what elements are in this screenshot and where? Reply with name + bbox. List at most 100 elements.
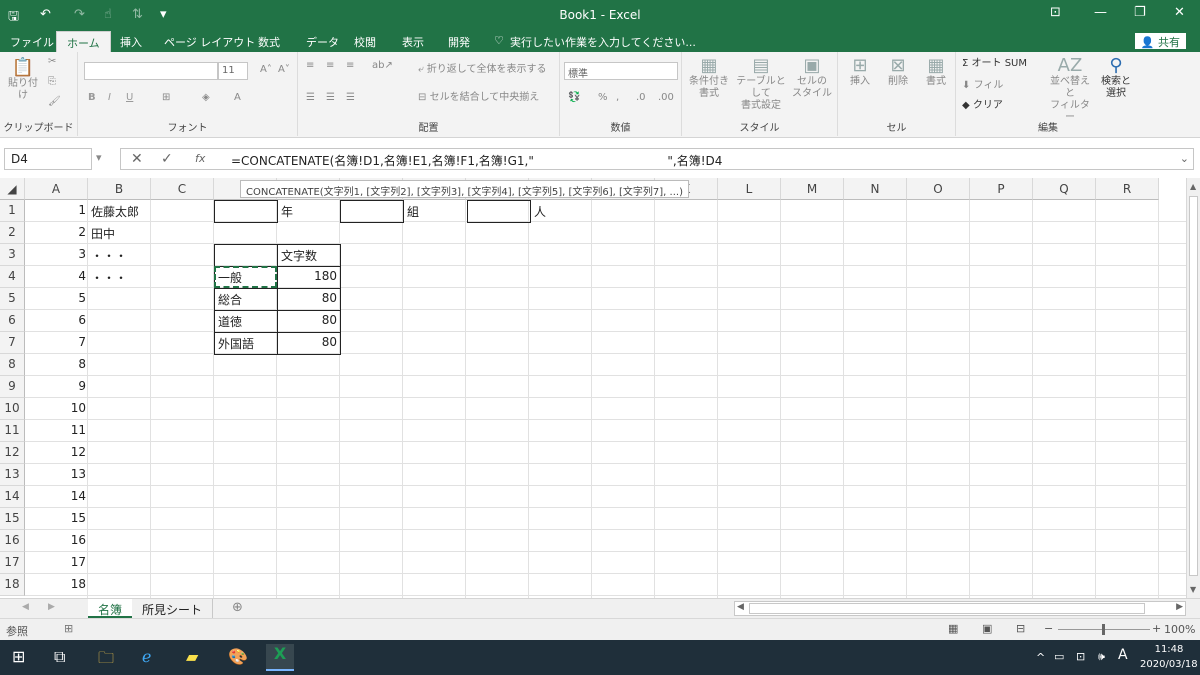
- task-view-icon[interactable]: ⧉: [54, 647, 65, 667]
- row-header[interactable]: 4: [0, 266, 25, 288]
- close-icon[interactable]: ✕: [1174, 5, 1185, 20]
- cell-a11[interactable]: 11: [25, 420, 89, 442]
- tab-page-layout[interactable]: ページ レイアウト: [164, 34, 255, 50]
- clear-button[interactable]: ◆ クリア: [962, 100, 1003, 112]
- worksheet-grid[interactable]: ◢ ABCDEFGHIJKLMNOPQR 1234567891011121314…: [0, 178, 1186, 598]
- cell-a14[interactable]: 14: [25, 486, 89, 508]
- tab-insert[interactable]: 挿入: [120, 34, 142, 50]
- restore-icon[interactable]: ❐: [1134, 5, 1146, 20]
- edge-icon[interactable]: ℯ: [142, 647, 151, 666]
- cell-styles-button[interactable]: ▣ セルの スタイル: [790, 56, 834, 100]
- font-color-icon[interactable]: A: [234, 92, 241, 104]
- tab-file[interactable]: ファイル: [10, 34, 54, 50]
- windows-start-icon[interactable]: ⊞: [12, 647, 25, 666]
- cell-b3[interactable]: ・・・: [88, 244, 152, 266]
- find-select-button[interactable]: ⚲ 検索と 選択: [1096, 56, 1136, 100]
- cell-a7[interactable]: 7: [25, 332, 89, 354]
- horizontal-scroll-thumb[interactable]: [749, 603, 1145, 614]
- conditional-format-button[interactable]: ▦ 条件付き 書式: [686, 56, 732, 100]
- enter-icon[interactable]: ✓: [161, 151, 173, 167]
- row-header[interactable]: 9: [0, 376, 25, 398]
- scroll-down-icon[interactable]: ▼: [1190, 585, 1196, 594]
- paint-icon[interactable]: 🎨: [228, 647, 248, 666]
- row-header[interactable]: 1: [0, 200, 25, 222]
- cell-a17[interactable]: 17: [25, 552, 89, 574]
- cell-e1[interactable]: 年: [278, 200, 340, 222]
- row-header[interactable]: 3: [0, 244, 25, 266]
- column-header[interactable]: R: [1096, 178, 1159, 200]
- tab-review[interactable]: 校閲: [354, 34, 376, 50]
- autosum-button[interactable]: Σ オート SUM: [962, 58, 1027, 70]
- network-icon[interactable]: ⊡: [1076, 650, 1085, 663]
- merge-center-button[interactable]: ⊟ セルを結合して中央揃え: [418, 92, 539, 104]
- row-header[interactable]: 13: [0, 464, 25, 486]
- tab-view[interactable]: 表示: [402, 34, 424, 50]
- scroll-left-icon[interactable]: ◀: [737, 602, 744, 612]
- row-header[interactable]: 8: [0, 354, 25, 376]
- shrink-font-icon[interactable]: A˅: [278, 64, 290, 76]
- share-button[interactable]: 👤 共有: [1134, 33, 1186, 49]
- select-all-corner[interactable]: ◢: [0, 178, 25, 200]
- tell-me-icon[interactable]: ♡: [494, 34, 504, 47]
- cell-a16[interactable]: 16: [25, 530, 89, 552]
- page-break-view-icon[interactable]: ⊟: [1016, 622, 1025, 635]
- normal-view-icon[interactable]: ▦: [948, 622, 958, 635]
- currency-icon[interactable]: 💱: [568, 92, 580, 104]
- align-right-icon[interactable]: ☰: [346, 92, 355, 104]
- format-painter-icon[interactable]: 🖌: [48, 96, 61, 108]
- row-header[interactable]: 7: [0, 332, 25, 354]
- insert-function-icon[interactable]: fx: [195, 152, 205, 165]
- cell-b1[interactable]: 佐藤太郎: [88, 200, 152, 222]
- cell-a10[interactable]: 10: [25, 398, 89, 420]
- paste-button[interactable]: 📋 貼り付け: [6, 58, 40, 102]
- zoom-out-icon[interactable]: −: [1044, 622, 1053, 635]
- cell-a15[interactable]: 15: [25, 508, 89, 530]
- format-table-button[interactable]: ▤ テーブルとして 書式設定: [732, 56, 790, 112]
- cell-d7[interactable]: 外国語: [215, 332, 277, 354]
- delete-cells-button[interactable]: ⊠ 削除: [880, 56, 916, 88]
- wrap-text-button[interactable]: ⤶ 折り返して全体を表示する: [418, 64, 547, 76]
- cell-a9[interactable]: 9: [25, 376, 89, 398]
- cell-a8[interactable]: 8: [25, 354, 89, 376]
- scroll-right-icon[interactable]: ▶: [1176, 602, 1183, 612]
- decrease-decimal-icon[interactable]: .00: [658, 92, 674, 104]
- file-explorer-icon[interactable]: 🗀: [98, 647, 114, 674]
- formula-input[interactable]: ✕ ✓ fx =CONCATENATE(名簿!D1,名簿!E1,名簿!F1,名簿…: [120, 148, 1194, 170]
- tab-home[interactable]: ホーム: [56, 31, 111, 52]
- clock-date[interactable]: 2020/03/18: [1140, 659, 1198, 670]
- format-cells-button[interactable]: ▦ 書式: [918, 56, 954, 88]
- row-header[interactable]: 14: [0, 486, 25, 508]
- sticky-notes-icon[interactable]: ▰: [186, 647, 198, 666]
- cell-a1[interactable]: 1: [25, 200, 89, 222]
- column-header[interactable]: B: [88, 178, 151, 200]
- zoom-level[interactable]: 100%: [1164, 623, 1195, 636]
- italic-button[interactable]: I: [108, 92, 111, 104]
- align-bottom-icon[interactable]: ≡: [346, 60, 354, 72]
- align-left-icon[interactable]: ☰: [306, 92, 315, 104]
- cancel-icon[interactable]: ✕: [131, 151, 143, 167]
- tell-me-input[interactable]: 実行したい作業を入力してください...: [510, 34, 696, 50]
- border-icon[interactable]: ⊞: [162, 92, 170, 104]
- underline-button[interactable]: U: [126, 92, 133, 104]
- sheet-tab-meibo[interactable]: 名簿: [88, 599, 134, 618]
- row-header[interactable]: 11: [0, 420, 25, 442]
- row-header[interactable]: 6: [0, 310, 25, 332]
- column-header[interactable]: N: [844, 178, 907, 200]
- expand-formula-icon[interactable]: ⌄: [1180, 152, 1189, 165]
- cell-a18[interactable]: 18: [25, 574, 89, 596]
- scroll-up-icon[interactable]: ▲: [1190, 182, 1196, 191]
- cell-i1[interactable]: 人: [531, 200, 593, 222]
- row-header[interactable]: 17: [0, 552, 25, 574]
- font-name-box[interactable]: [84, 62, 218, 80]
- fill-color-icon[interactable]: ◈: [202, 92, 210, 104]
- page-layout-view-icon[interactable]: ▣: [982, 622, 992, 635]
- column-header[interactable]: O: [907, 178, 970, 200]
- prev-sheet-icon[interactable]: ◀: [22, 602, 29, 612]
- cell-a4[interactable]: 4: [25, 266, 89, 288]
- row-header[interactable]: 16: [0, 530, 25, 552]
- cell-e4[interactable]: 180: [278, 266, 340, 288]
- cell-d5[interactable]: 総合: [215, 288, 277, 310]
- column-header[interactable]: A: [25, 178, 88, 200]
- cell-g1[interactable]: 組: [404, 200, 466, 222]
- tab-formulas[interactable]: 数式: [258, 34, 280, 50]
